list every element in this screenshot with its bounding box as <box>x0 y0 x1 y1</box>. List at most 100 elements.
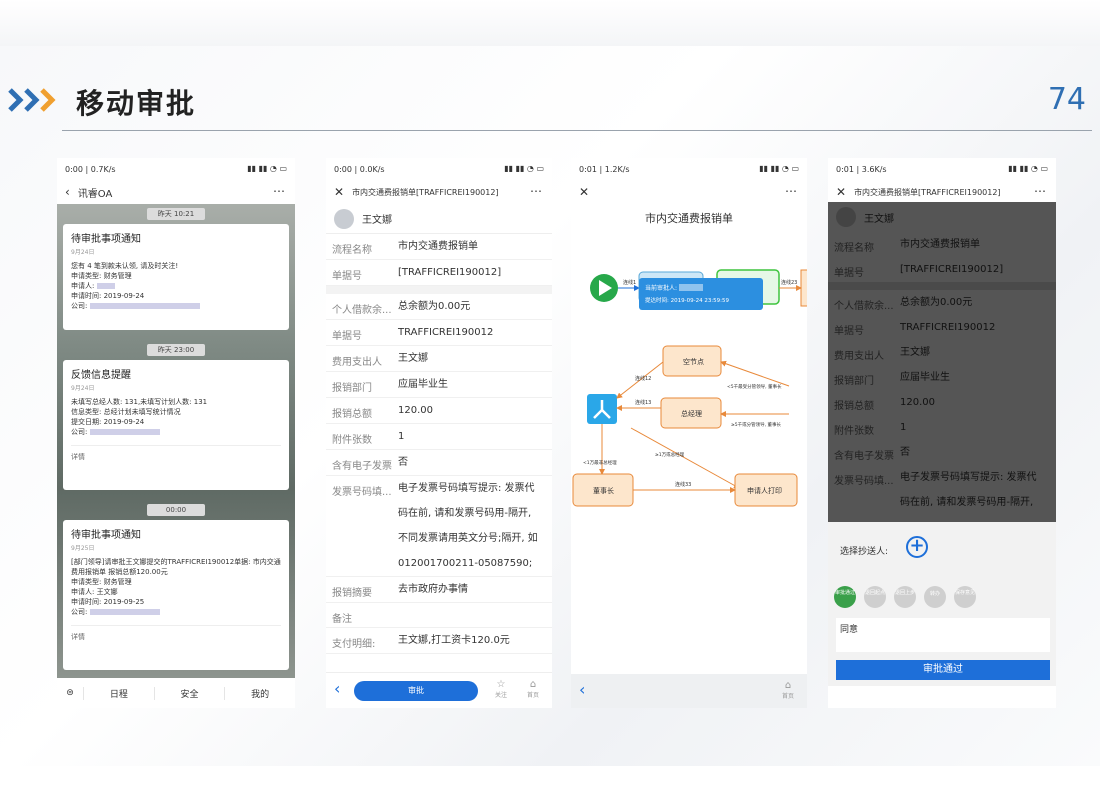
field-label: 报销部门 <box>332 383 372 394</box>
field-value: 应届毕业生 <box>398 379 448 390</box>
close-icon[interactable]: ✕ <box>836 185 846 199</box>
redacted-blur <box>96 283 115 289</box>
node-label: 空节点 <box>683 357 704 366</box>
field-label: 报销总额 <box>834 401 874 412</box>
detail-link[interactable]: 详情 <box>71 625 281 642</box>
form-row: 费用支出人 王文娜 <box>828 340 1056 365</box>
form-row: 含有电子发票否 <box>326 450 552 476</box>
edge-label: ≥5千或分管领导, 董事长 <box>731 421 781 428</box>
message-card[interactable]: 反馈信息提醒 9月24日 未填写总经人数: 131,未填写计划人数: 131 信… <box>63 360 289 490</box>
detail-link[interactable]: 详情 <box>71 445 281 462</box>
action-save-opinion[interactable]: 保存意见 <box>954 586 976 608</box>
field-label: 单据号 <box>332 271 362 282</box>
field-label: 报销部门 <box>834 376 874 387</box>
more-icon[interactable]: ⋯ <box>785 184 797 198</box>
field-value: TRAFFICREI190012 <box>900 322 996 333</box>
more-icon[interactable]: ⋯ <box>1034 184 1046 198</box>
field-value: 1 <box>398 431 405 442</box>
chevrons-icon <box>8 88 56 112</box>
field-value: 电子发票号码填写提示: 发票代 码在前, 请和发票号码用-隔开, <box>900 465 1037 515</box>
invoice-line: 码在前, 请和发票号码用-隔开, <box>398 508 532 519</box>
action-approve[interactable]: 审批通过 <box>834 586 856 608</box>
invoice-line: 012001700211-05087590; <box>398 558 533 569</box>
field-label: 备注 <box>332 614 352 625</box>
field-label: 附件张数 <box>834 426 874 437</box>
close-icon[interactable]: ✕ <box>334 185 344 199</box>
form-row: 单据号 [TRAFFICREI190012] <box>326 260 552 286</box>
field-label: 个人借款余... <box>332 305 392 316</box>
form-row: 附件张数 1 <box>326 424 552 450</box>
tab-mine[interactable]: 我的 <box>224 686 295 700</box>
add-cc-button[interactable]: + <box>906 536 928 558</box>
star-icon: ☆ <box>496 679 506 690</box>
field-value: TRAFFICREI190012 <box>398 327 494 338</box>
comment-input[interactable]: 同意 <box>836 618 1050 652</box>
back-arrow-icon[interactable]: ‹ <box>579 680 585 699</box>
timestamp: 00:00 <box>147 504 205 516</box>
more-icon[interactable]: ⋯ <box>273 184 285 198</box>
field-label: 发票号码填... <box>332 487 392 498</box>
home-label: 首页 <box>781 693 794 700</box>
form-row: 单据号 TRAFFICREI190012 <box>828 315 1056 340</box>
approve-button[interactable]: 审批 <box>354 681 478 701</box>
field-value: 去市政府办事情 <box>398 584 468 595</box>
slide-header: 移动审批 74 <box>0 70 1100 132</box>
close-icon[interactable]: ✕ <box>579 185 589 199</box>
header-divider <box>62 130 1092 131</box>
phone-screenshot-approve: 0:01 | 3.6K/s ▮▮ ▮▮ ◔ ▭ ✕ 市内交通费报销单[TRAFF… <box>828 158 1056 708</box>
field-label: 报销总额 <box>332 409 372 420</box>
tooltip-text: 提达时间: 2019-09-24 23:59:59 <box>645 296 730 304</box>
action-return-start[interactable]: 退回起点 <box>864 586 886 608</box>
message-card[interactable]: 待审批事项通知 9月24日 您有 4 笔到款未认领, 请及时关注! 申请类型: … <box>63 224 289 330</box>
back-arrow-icon[interactable]: ‹ <box>334 679 340 698</box>
status-speed: 0:00 | 0.7K/s <box>65 164 116 174</box>
form-row: 单据号 TRAFFICREI190012 <box>326 320 552 346</box>
form-row: 个人借款余... 总余额为0.00元 <box>828 290 1056 315</box>
dimmed-form: 王文娜 流程名称 市内交通费报销单 单据号 [TRAFFICREI190012] 个… <box>828 202 1056 522</box>
invoice-line: 码在前, 请和发票号码用-隔开, <box>900 497 1034 508</box>
submit-approve-button[interactable]: 审批通过 <box>836 660 1050 680</box>
field-value: 否 <box>398 457 408 468</box>
home-button[interactable]: ⌂ 首页 <box>522 679 544 699</box>
back-arrow-icon[interactable]: ‹ <box>65 185 70 199</box>
action-transfer[interactable]: 转办 <box>924 586 946 608</box>
page-number: 74 <box>1047 82 1086 117</box>
timestamp: 昨天 10:21 <box>147 208 205 220</box>
field-label: 个人借款余... <box>834 301 894 312</box>
signal-battery-icon: ▮▮ ▮▮ ◔ ▭ <box>1008 164 1048 173</box>
home-button[interactable]: ⌂ 首页 <box>777 680 799 700</box>
field-value: 总余额为0.00元 <box>900 297 973 308</box>
edge-label: 连线1 <box>623 279 636 286</box>
form-row: 流程名称 市内交通费报销单 <box>326 234 552 260</box>
form-row: 报销摘要 去市政府办事情 <box>326 577 552 603</box>
edge-label: 连线23 <box>781 279 797 286</box>
message-line: 未填写总经人数: 131,未填写计划人数: 131 <box>71 398 208 406</box>
message-line: 您有 4 笔到款未认领, 请及时关注! <box>71 262 179 270</box>
section-gap <box>326 286 552 294</box>
tab-schedule[interactable]: 日程 <box>83 686 154 700</box>
flow-title: 市内交通费报销单 <box>645 212 733 225</box>
more-icon[interactable]: ⋯ <box>530 184 542 198</box>
action-return-prev[interactable]: 退回上步 <box>894 586 916 608</box>
node-label: 总经理 <box>681 409 702 418</box>
timestamp: 昨天 23:00 <box>147 344 205 356</box>
keyboard-icon[interactable]: ⊜ <box>57 688 83 698</box>
field-value: 应届毕业生 <box>900 372 950 383</box>
message-line: 申请人: 王文娜 <box>71 588 118 596</box>
message-card[interactable]: 待审批事项通知 9月25日 [部门领导]请审批王文娜提交的TRAFFICREI1… <box>63 520 289 670</box>
field-value: 1 <box>900 422 907 433</box>
status-speed: 0:01 | 3.6K/s <box>836 164 887 174</box>
form-row: 报销总额 120.00 <box>326 398 552 424</box>
status-speed: 0:00 | 0.0K/s <box>334 164 385 174</box>
tab-security[interactable]: 安全 <box>153 686 225 700</box>
message-title: 待审批事项通知 <box>71 530 141 541</box>
follow-button[interactable]: ☆ 关注 <box>490 679 512 699</box>
avatar <box>836 207 856 227</box>
status-bar: 0:01 | 1.2K/s ▮▮ ▮▮ ◔ ▭ <box>571 158 807 180</box>
field-label: 流程名称 <box>332 245 372 256</box>
field-label: 报销摘要 <box>332 588 372 599</box>
message-feed[interactable]: 昨天 10:21 待审批事项通知 9月24日 您有 4 笔到款未认领, 请及时关… <box>57 204 295 678</box>
field-value: 市内交通费报销单 <box>398 241 478 252</box>
section-gap <box>828 282 1056 290</box>
message-line: 申请时间: 2019-09-24 <box>71 292 145 300</box>
